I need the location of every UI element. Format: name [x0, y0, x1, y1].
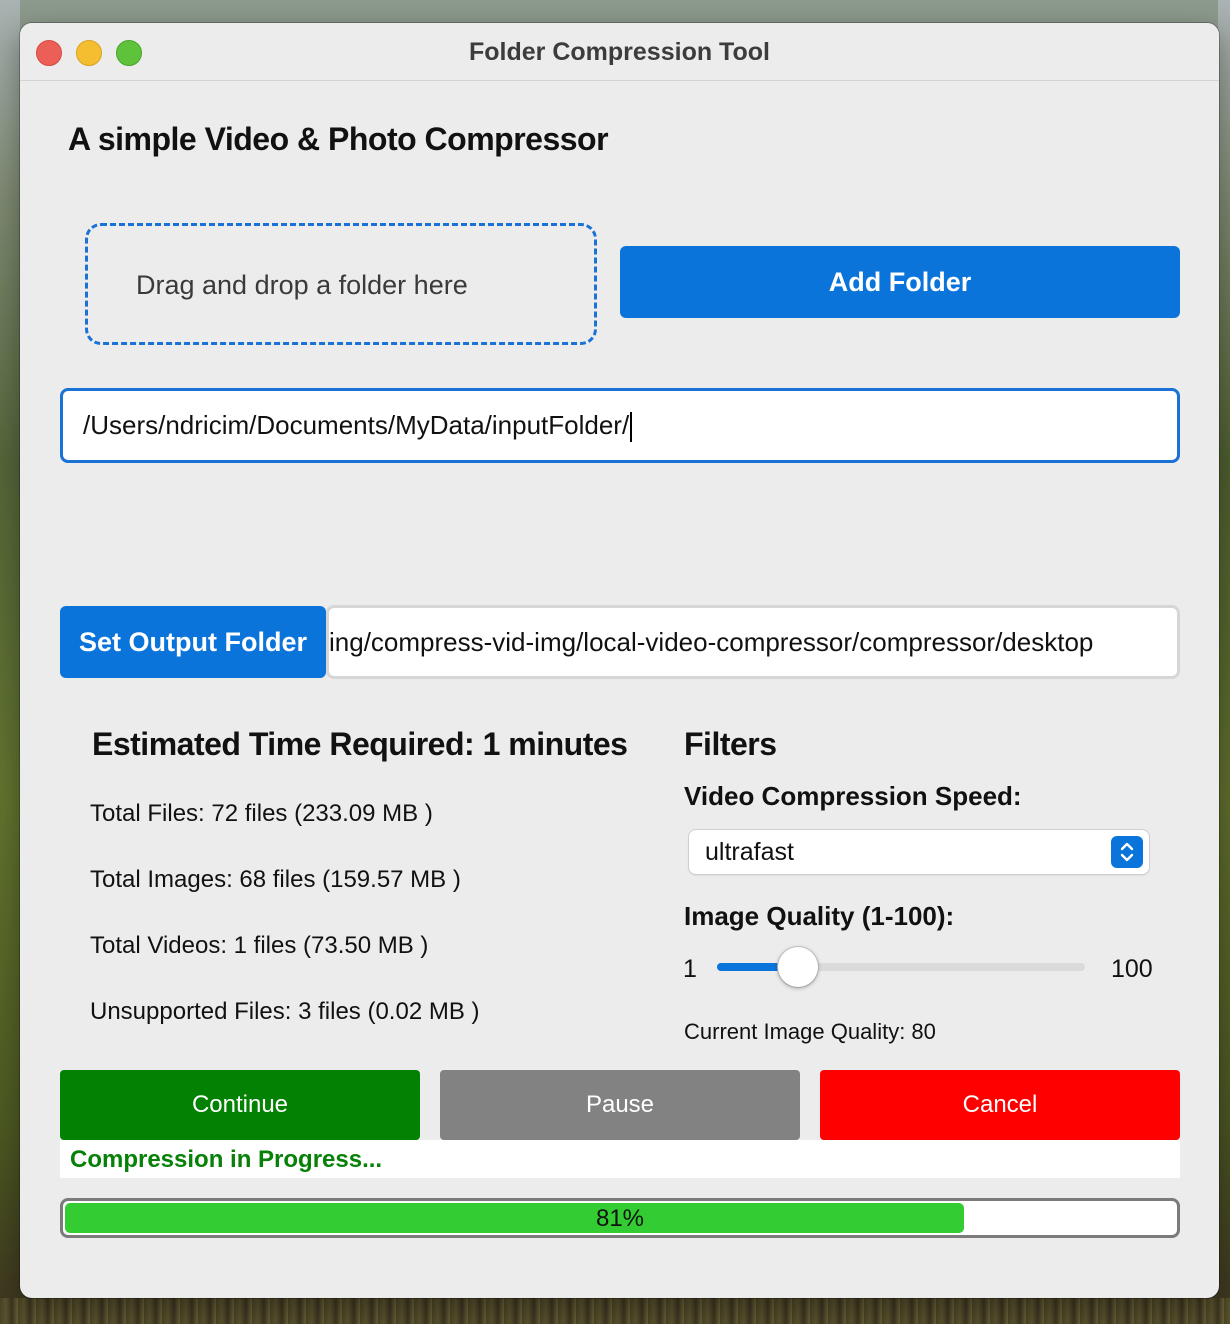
- dropzone-label: Drag and drop a folder here: [136, 270, 468, 300]
- output-folder-path-value: ing/compress-vid-img/local-video-compres…: [329, 627, 1094, 657]
- desktop-background-right: [1218, 0, 1230, 1324]
- chevron-up-down-icon: [1111, 836, 1143, 868]
- window-title: Folder Compression Tool: [469, 38, 770, 66]
- title-bar: Folder Compression Tool: [20, 23, 1219, 81]
- image-quality-label: Image Quality (1-100):: [684, 901, 955, 931]
- current-image-quality: Current Image Quality: 80: [684, 1019, 936, 1044]
- cancel-button[interactable]: Cancel: [820, 1070, 1180, 1140]
- progress-bar: 81%: [60, 1198, 1180, 1238]
- unsupported-files-stat: Unsupported Files: 3 files (0.02 MB ): [90, 998, 480, 1025]
- image-quality-max-label: 100: [1111, 955, 1153, 983]
- add-folder-button[interactable]: Add Folder: [620, 246, 1180, 318]
- filters-heading: Filters: [684, 726, 777, 762]
- estimated-time-heading: Estimated Time Required: 1 minutes: [92, 726, 628, 762]
- image-quality-slider-thumb[interactable]: [778, 947, 818, 987]
- progress-label: 81%: [595, 1205, 645, 1232]
- continue-button[interactable]: Continue: [60, 1070, 420, 1140]
- total-videos-stat: Total Videos: 1 files (73.50 MB ): [90, 932, 429, 959]
- app-window: Folder Compression Tool A simple Video &…: [20, 23, 1219, 1298]
- desktop-background-left: [0, 0, 20, 1324]
- total-files-stat: Total Files: 72 files (233.09 MB ): [90, 800, 433, 827]
- status-text: Compression in Progress...: [70, 1146, 383, 1173]
- video-speed-value: ultrafast: [705, 838, 794, 866]
- input-folder-path-field[interactable]: /Users/ndricim/Documents/MyData/inputFol…: [60, 388, 1180, 463]
- video-speed-label: Video Compression Speed:: [684, 781, 1022, 811]
- folder-dropzone[interactable]: Drag and drop a folder here: [85, 223, 597, 345]
- desktop-background-bottom: [0, 1298, 1230, 1324]
- page-heading: A simple Video & Photo Compressor: [68, 121, 609, 157]
- pause-button[interactable]: Pause: [440, 1070, 800, 1140]
- input-folder-path-value: /Users/ndricim/Documents/MyData/inputFol…: [83, 410, 630, 440]
- output-folder-path-field[interactable]: ing/compress-vid-img/local-video-compres…: [326, 605, 1180, 679]
- image-quality-min-label: 1: [683, 955, 697, 983]
- text-cursor: [630, 412, 633, 443]
- status-bar: Compression in Progress...: [60, 1140, 1180, 1178]
- video-speed-select[interactable]: ultrafast: [689, 830, 1149, 874]
- set-output-folder-button[interactable]: Set Output Folder: [60, 606, 326, 678]
- total-images-stat: Total Images: 68 files (159.57 MB ): [90, 866, 461, 893]
